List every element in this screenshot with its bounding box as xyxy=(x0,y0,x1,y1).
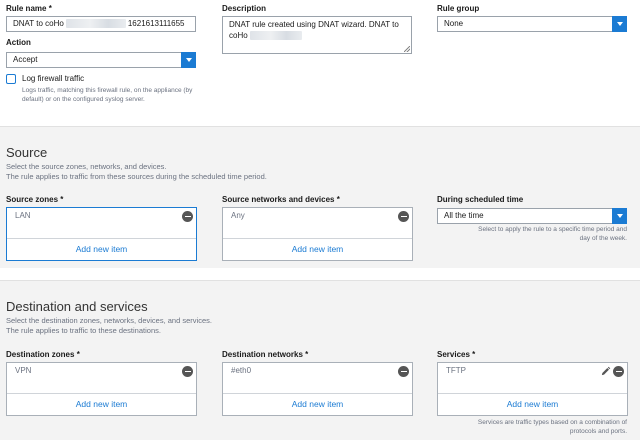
resize-handle-icon[interactable] xyxy=(404,46,410,52)
add-new-item-button[interactable]: Add new item xyxy=(223,393,412,415)
description-textarea[interactable]: DNAT rule created using DNAT wizard. DNA… xyxy=(222,16,412,54)
remove-icon[interactable] xyxy=(182,366,193,377)
add-new-item-button[interactable]: Add new item xyxy=(7,238,196,260)
log-firewall-label: Log firewall traffic xyxy=(22,74,85,83)
list-item: LAN xyxy=(7,208,196,226)
rule-name-value-prefix: DNAT to coHo xyxy=(13,19,64,28)
rule-name-value-suffix: 1621613111655 xyxy=(127,19,185,28)
destination-networks-list[interactable]: #eth0 Add new item xyxy=(222,362,413,416)
list-item: VPN xyxy=(7,363,196,381)
schedule-label: During scheduled time xyxy=(437,195,524,204)
rule-name-label: Rule name * xyxy=(6,4,52,13)
source-subtitle: Select the source zones, networks, and d… xyxy=(6,162,267,181)
schedule-hint: Select to apply the rule to a specific t… xyxy=(478,226,627,242)
destination-zones-label: Destination zones * xyxy=(6,350,80,359)
destination-zones-list[interactable]: VPN Add new item xyxy=(6,362,197,416)
description-line-2: coHo xyxy=(229,31,248,40)
schedule-value: All the time xyxy=(444,211,484,220)
list-item: #eth0 xyxy=(223,363,412,381)
services-hint: Services are traffic types based on a co… xyxy=(477,419,627,435)
services-label: Services * xyxy=(437,350,476,359)
destination-title: Destination and services xyxy=(6,299,148,314)
log-firewall-hint: Logs traffic, matching this firewall rul… xyxy=(22,87,193,103)
add-new-item-button[interactable]: Add new item xyxy=(223,238,412,260)
destination-subtitle: Select the destination zones, networks, … xyxy=(6,316,212,335)
add-new-item-button[interactable]: Add new item xyxy=(7,393,196,415)
add-new-item-button[interactable]: Add new item xyxy=(438,393,627,415)
rule-group-label: Rule group xyxy=(437,4,480,13)
list-item: TFTP xyxy=(438,363,627,381)
action-value: Accept xyxy=(13,55,38,64)
divider xyxy=(0,280,640,281)
remove-icon[interactable] xyxy=(613,366,624,377)
chevron-down-icon[interactable] xyxy=(181,52,196,68)
description-line-1: DNAT rule created using DNAT wizard. DNA… xyxy=(229,20,399,29)
services-list[interactable]: TFTP Add new item xyxy=(437,362,628,416)
log-firewall-checkbox[interactable] xyxy=(6,74,16,84)
remove-icon[interactable] xyxy=(398,211,409,222)
redacted-block xyxy=(249,31,302,41)
rule-group-value: None xyxy=(444,19,464,28)
action-select[interactable]: Accept xyxy=(6,52,196,68)
source-title: Source xyxy=(6,145,48,160)
chevron-down-icon[interactable] xyxy=(612,208,627,224)
chevron-down-icon[interactable] xyxy=(612,16,627,32)
source-networks-list[interactable]: Any Add new item xyxy=(222,207,413,261)
schedule-select[interactable]: All the time xyxy=(437,208,627,224)
list-item: Any xyxy=(223,208,412,226)
divider xyxy=(0,126,640,127)
redacted-block xyxy=(65,19,126,29)
action-label: Action xyxy=(6,38,31,47)
source-networks-label: Source networks and devices * xyxy=(222,195,340,204)
source-zones-list[interactable]: LAN Add new item xyxy=(6,207,197,261)
remove-icon[interactable] xyxy=(398,366,409,377)
rule-name-input[interactable]: DNAT to coHo 1621613111655 xyxy=(6,16,196,32)
rule-group-select[interactable]: None xyxy=(437,16,627,32)
source-zones-label: Source zones * xyxy=(6,195,64,204)
remove-icon[interactable] xyxy=(182,211,193,222)
destination-networks-label: Destination networks * xyxy=(222,350,309,359)
description-label: Description xyxy=(222,4,267,13)
pencil-icon[interactable] xyxy=(600,366,611,377)
